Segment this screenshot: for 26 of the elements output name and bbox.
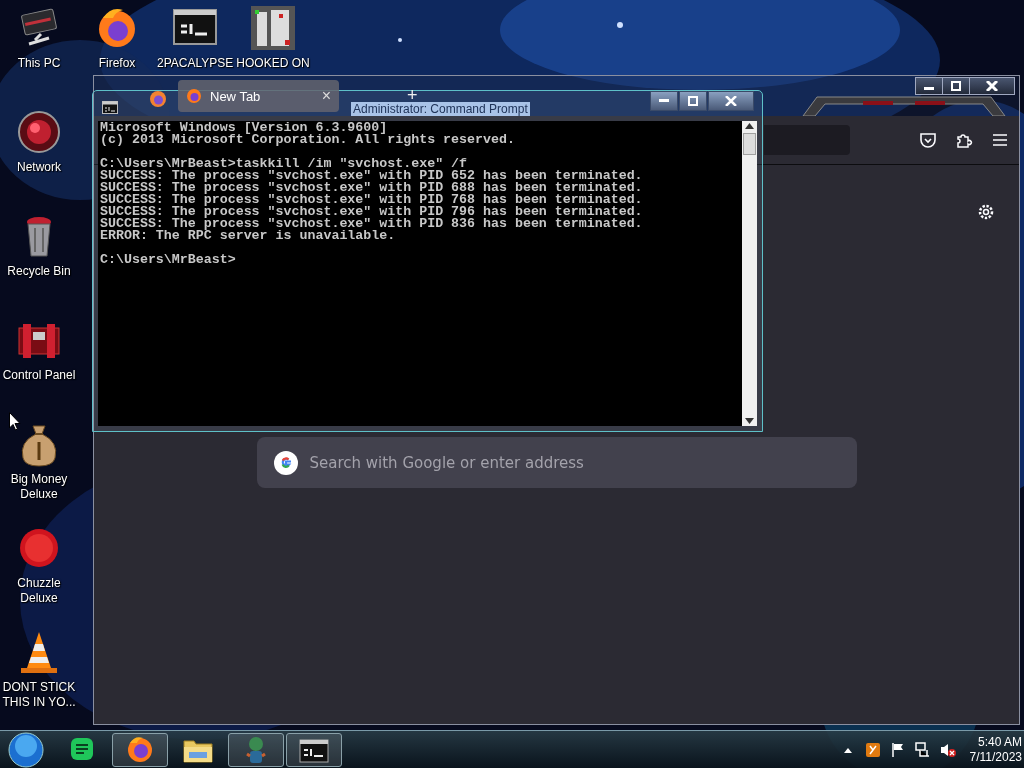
console-line: SUCCESS: The process "svchost.exe" with PID 768 has been terminated.	[100, 194, 644, 206]
icon-label[interactable]: Big Money Deluxe	[1, 472, 77, 502]
window-title: Administrator: Command Prompt	[351, 102, 530, 116]
icon-label[interactable]: DONT STICK THIS IN YO...	[1, 680, 77, 710]
icon-label[interactable]: Control Panel	[2, 368, 76, 383]
console-line: (c) 2013 Microsoft Corporation. All rights reserved.	[100, 134, 516, 146]
close-tab-button[interactable]: ×	[321, 88, 331, 104]
icon-label[interactable]: Recycle Bin	[7, 264, 71, 279]
icon-label[interactable]: This PC	[17, 56, 61, 71]
search-field[interactable]: Search with Google or enter address	[256, 437, 857, 488]
icon-label[interactable]: Chuzzle Deluxe	[1, 576, 77, 606]
browser-tab[interactable]: New Tab ×	[178, 80, 339, 112]
console-line: SUCCESS: The process "svchost.exe" with PID 688 has been terminated.	[100, 182, 644, 194]
console-line: SUCCESS: The process "svchost.exe" with PID 796 has been terminated.	[100, 206, 644, 218]
clock-time[interactable]: 5:40 AM	[977, 734, 1022, 750]
icon-label[interactable]: HOOKED ON	[236, 56, 310, 71]
console-line: SUCCESS: The process "svchost.exe" with PID 836 has been terminated.	[100, 218, 644, 230]
console-line: C:\Users\MrBeast>taskkill /im "svchost.exe" /f	[100, 158, 468, 170]
icon-label[interactable]: Network	[17, 160, 61, 175]
console-line: C:\Users\MrBeast>	[100, 254, 237, 266]
console-line: SUCCESS: The process "svchost.exe" with PID 652 has been terminated.	[100, 170, 644, 182]
console-line: ERROR: The RPC server is unavailable.	[100, 230, 397, 242]
icon-label[interactable]: Firefox	[98, 56, 136, 71]
clock-date[interactable]: 7/11/2023	[969, 749, 1022, 765]
console-line: Microsoft Windows [Version 6.3.9600]	[100, 122, 388, 134]
icon-label[interactable]: 2PACALYPSE	[157, 56, 233, 71]
